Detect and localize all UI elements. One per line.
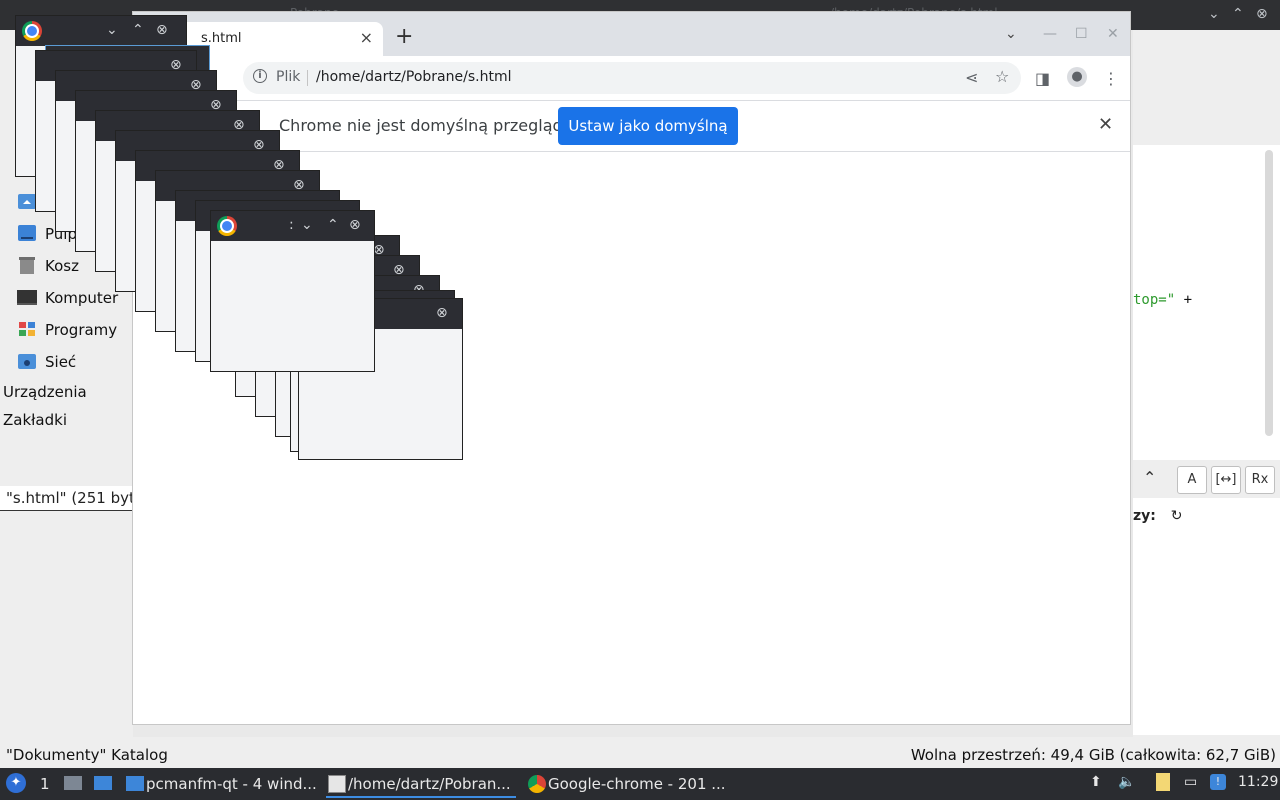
infobar-close-icon[interactable]: ✕: [1098, 114, 1113, 135]
network-icon: [18, 354, 36, 369]
close-icon: ⊗: [349, 217, 361, 233]
network-tray-icon[interactable]: ▭: [1184, 774, 1197, 790]
tab-title: s.html: [201, 31, 242, 46]
menu-kebab-icon[interactable]: ⋮: [1103, 69, 1119, 88]
browser-toolbar: i Plik /home/dartz/Pobrane/s.html ⋖ ☆ ◨ …: [133, 56, 1130, 101]
bookmark-star-icon[interactable]: ☆: [995, 67, 1009, 86]
set-default-button[interactable]: Ustaw jako domyślną: [558, 107, 738, 145]
minimize-icon[interactable]: —: [1043, 26, 1057, 42]
close-icon[interactable]: ⊗: [1256, 6, 1268, 22]
info-icon[interactable]: i: [253, 69, 267, 83]
url-scheme: Plik: [276, 69, 301, 85]
chevron-up-icon[interactable]: ⌃: [1232, 6, 1244, 22]
code-fragment: top=" +: [1133, 292, 1192, 308]
ghost-chrome-window: : ⌄ ⌃ ⊗: [210, 210, 375, 372]
tab-search-icon[interactable]: ⌄: [1005, 26, 1017, 42]
tray-upload-icon[interactable]: ⬆: [1090, 774, 1102, 790]
editor-scrollbar[interactable]: [1265, 150, 1273, 436]
sidebar-section-bookmarks[interactable]: Zakładki: [3, 411, 67, 429]
clock: 11:29: [1238, 774, 1279, 790]
tab-strip: s.html × + ⌄ — ☐ ✕: [133, 12, 1130, 56]
selected-file-label: "s.html" (251 byte: [6, 489, 133, 507]
wrap-button[interactable]: [↔]: [1211, 466, 1241, 494]
url-separator: [307, 70, 308, 86]
notification-icon[interactable]: !: [1210, 774, 1226, 790]
new-tab-button[interactable]: +: [395, 26, 413, 48]
chrome-icon: [22, 21, 42, 41]
desktop-icon: [18, 225, 36, 241]
apps-icon: [19, 322, 35, 336]
task-chrome[interactable]: Google-chrome - 201 ...: [526, 772, 726, 796]
computer-icon: [17, 290, 37, 305]
editor-icon: [328, 775, 346, 793]
side-panel-icon[interactable]: ◨: [1035, 69, 1050, 88]
file-manager-statusbar: "Dokumenty" Katalog Wolna przestrzeń: 49…: [0, 737, 1280, 768]
chevron-down-icon: ⌄: [106, 22, 118, 38]
code-operator: +: [1183, 292, 1193, 308]
editor-text-area[interactable]: [1133, 145, 1280, 735]
chevron-up-icon[interactable]: ⌃: [1143, 468, 1156, 487]
editor-label-text: zy:: [1133, 508, 1156, 524]
address-bar[interactable]: i Plik /home/dartz/Pobrane/s.html ⋖ ☆: [243, 62, 1021, 94]
url-text[interactable]: /home/dartz/Pobrane/s.html: [316, 69, 511, 85]
task-label: Google-chrome - 201 ...: [548, 775, 726, 793]
task-pcmanfm[interactable]: pcmanfm-qt - 4 wind...: [124, 772, 317, 796]
sidebar-item-label: Sieć: [45, 353, 77, 371]
colon-glyph: :: [289, 217, 294, 233]
background-editor: top=" + ⌃ A [↔] Rx zy: ↻: [1133, 30, 1280, 737]
infobar-message: Chrome nie jest domyślną przeglądarką: [279, 116, 599, 135]
sidebar-item-apps[interactable]: Programy: [0, 316, 133, 344]
regex-button[interactable]: Rx: [1245, 466, 1275, 494]
default-browser-infobar: Chrome nie jest domyślną przeglądarką Us…: [133, 101, 1130, 152]
chrome-icon: [217, 216, 237, 236]
font-size-button[interactable]: A: [1177, 466, 1207, 494]
editor-label: zy: ↻: [1133, 508, 1182, 524]
volume-icon[interactable]: 🔈: [1118, 774, 1135, 790]
sidebar-item-label: Programy: [45, 321, 118, 339]
ghost-titlebar: : ⌄ ⌃ ⊗: [211, 211, 374, 241]
start-menu-icon[interactable]: ✦: [6, 773, 26, 793]
status-folder: "Dokumenty" Katalog: [6, 746, 168, 764]
desktop-launcher-icon[interactable]: [94, 776, 112, 790]
workspace-number[interactable]: 1: [40, 775, 50, 793]
taskbar: ✦ 1 pcmanfm-qt - 4 wind... /home/dartz/P…: [0, 768, 1280, 800]
trash-icon: [19, 257, 35, 274]
close-icon: ⊗: [436, 305, 448, 321]
chrome-icon: [528, 775, 546, 793]
profile-icon[interactable]: ●: [1067, 67, 1087, 87]
refresh-icon[interactable]: ↻: [1171, 508, 1183, 524]
sidebar-item-label: Komputer: [45, 289, 119, 307]
sidebar-item-computer[interactable]: Komputer: [0, 284, 133, 312]
home-folder-icon: [18, 194, 36, 209]
close-icon: ⊗: [156, 22, 168, 38]
status-free-space: Wolna przestrzeń: 49,4 GiB (całkowita: 6…: [910, 746, 1276, 764]
sidebar-item-label: Kosz: [45, 257, 79, 275]
editor-toolbar: ⌃ A [↔] Rx: [1133, 460, 1280, 498]
task-label: pcmanfm-qt - 4 wind...: [146, 775, 317, 793]
selected-file-info: "s.html" (251 byte: [0, 486, 133, 511]
window-close-icon[interactable]: ✕: [1107, 26, 1119, 42]
task-label: /home/dartz/Pobran...: [348, 775, 511, 793]
chevron-up-icon: ⌃: [327, 217, 339, 233]
share-icon[interactable]: ⋖: [965, 68, 978, 87]
task-editor[interactable]: /home/dartz/Pobran...: [326, 772, 516, 798]
tab-close-icon[interactable]: ×: [360, 28, 373, 47]
code-string: top=": [1133, 292, 1176, 308]
sidebar-item-network[interactable]: Sieć: [0, 348, 133, 376]
chevron-down-icon[interactable]: ⌄: [1208, 6, 1220, 22]
maximize-icon[interactable]: ☐: [1075, 26, 1088, 42]
folder-icon: [126, 776, 144, 791]
chevron-up-icon: ⌃: [132, 22, 144, 38]
ghost-titlebar: ⌄ ⌃ ⊗: [16, 16, 186, 46]
clipboard-icon[interactable]: [1156, 773, 1170, 791]
file-manager-launcher-icon[interactable]: [64, 776, 82, 790]
sidebar-section-devices[interactable]: Urządzenia: [3, 383, 87, 401]
chevron-down-icon: ⌄: [301, 217, 313, 233]
